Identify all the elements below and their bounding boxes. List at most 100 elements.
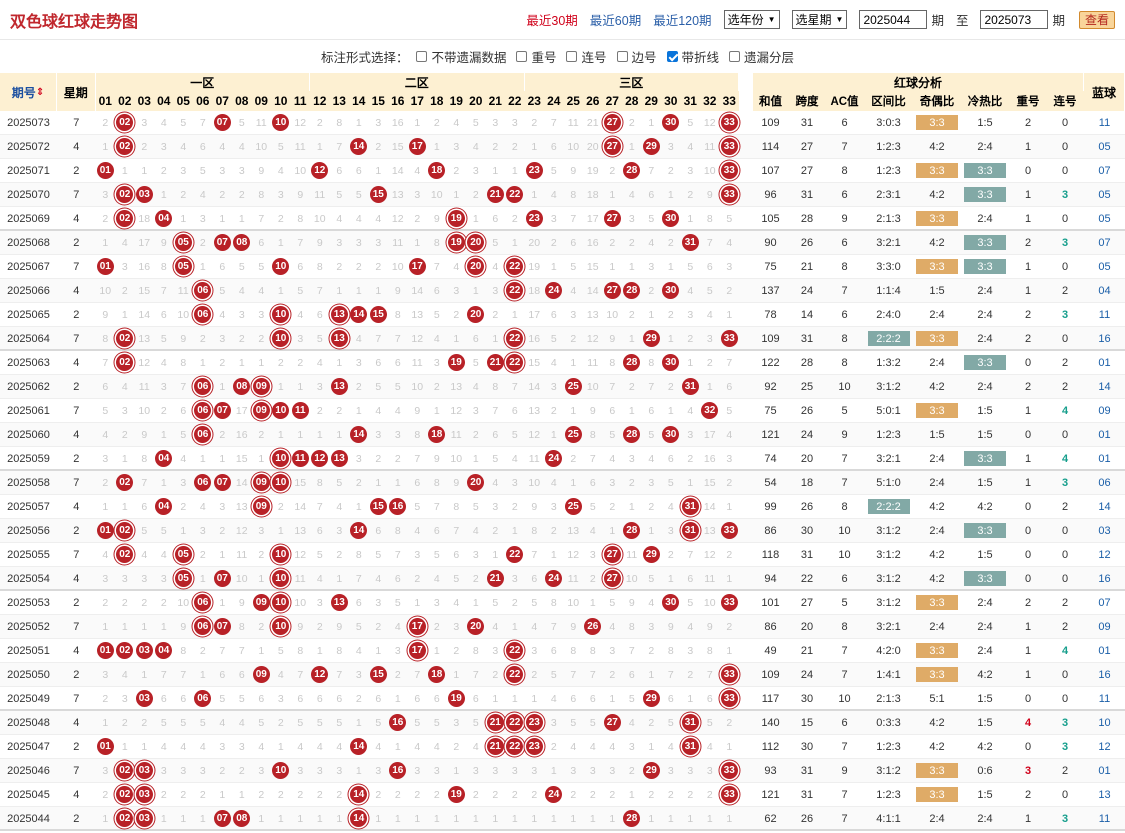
checkbox[interactable] [516,51,528,62]
option-4[interactable]: 带折线 [666,47,720,66]
checkbox[interactable] [616,51,628,62]
red-ball: 21 [486,354,504,371]
to-label: 至 [955,14,969,28]
red-ball: 17 [408,642,426,659]
filter-bar: 最近30期 最近60期 最近120期 选年份 ▼ 选星期 ▼ 2025044 期 至… [526,10,1115,29]
red-ball: 13 [330,450,348,467]
red-ball: 21 [486,186,504,203]
red-ball: 01 [96,522,114,539]
red-ball: 21 [486,714,504,731]
red-ball: 19 [447,234,465,251]
red-ball: 21 [486,738,504,755]
red-ball: 33 [720,186,738,203]
option-1[interactable]: 重号 [516,47,556,66]
red-ball: 33 [720,666,738,683]
red-ball: 03 [135,642,153,659]
to-issue-input[interactable]: 2025073 [980,10,1049,29]
red-ball: 31 [681,234,699,251]
red-ball: 33 [720,762,738,779]
red-ball: 07 [213,402,231,419]
red-ball: 03 [135,786,153,803]
recent-120-link[interactable]: 最近120期 [653,10,711,29]
top-bar: 双色球红球走势图 最近30期 最近60期 最近120期 选年份 ▼ 选星期 ▼ 20… [0,0,1125,40]
red-ball: 03 [135,186,153,203]
red-ball: 19 [447,354,465,371]
red-ball: 29 [642,690,660,707]
red-ball: 25 [564,426,582,443]
red-ball: 29 [642,330,660,347]
red-ball: 27 [603,114,621,131]
red-ball: 31 [681,522,699,539]
red-ball: 23 [525,162,543,179]
red-ball: 33 [720,114,738,131]
chevron-down-icon: ▼ [835,15,844,24]
qi-label: 期 [931,14,944,28]
page-title: 双色球红球走势图 [10,13,139,31]
red-ball: 25 [564,378,582,395]
option-label: 连号 [581,51,607,65]
red-ball: 27 [603,210,621,227]
red-ball: 19 [447,786,465,803]
red-ball: 27 [603,282,621,299]
red-ball: 01 [96,738,114,755]
red-ball: 33 [720,594,738,611]
red-ball: 27 [603,138,621,155]
option-label: 带折线 [681,51,720,65]
red-ball: 19 [447,690,465,707]
red-ball: 33 [720,786,738,803]
red-ball: 33 [720,162,738,179]
week-select[interactable]: 选星期 ▼ [791,10,848,29]
red-ball: 17 [408,258,426,275]
red-ball: 31 [681,714,699,731]
red-ball: 27 [603,546,621,563]
red-ball: 23 [525,714,543,731]
red-ball: 05 [174,546,192,563]
checkbox[interactable] [729,51,741,62]
checkbox[interactable] [666,51,678,62]
display-options: 标注形式选择： 不带遗漏数据 重号 连号 边号 带折线 遗漏分层 [0,40,1125,73]
option-5[interactable]: 遗漏分层 [729,47,794,66]
red-ball: 07 [213,810,231,827]
red-ball: 31 [681,738,699,755]
red-ball: 13 [330,594,348,611]
red-ball: 15 [369,498,387,515]
red-ball: 09 [252,378,270,395]
red-ball: 01 [96,258,114,275]
red-ball: 17 [408,138,426,155]
option-3[interactable]: 边号 [616,47,657,66]
red-ball: 27 [603,570,621,587]
red-ball: 09 [252,402,270,419]
red-ball: 05 [174,258,192,275]
search-button[interactable]: 查看 [1078,10,1115,29]
year-select[interactable]: 选年份 ▼ [723,10,780,29]
red-ball: 07 [213,618,231,635]
red-ball: 15 [369,666,387,683]
red-ball: 11 [291,402,309,419]
red-ball: 09 [252,498,270,515]
red-ball: 27 [603,714,621,731]
red-ball: 19 [447,210,465,227]
option-list: 不带遗漏数据 重号 连号 边号 带折线 遗漏分层 [416,47,804,66]
red-ball: 33 [720,330,738,347]
red-ball: 29 [642,546,660,563]
red-ball: 13 [330,330,348,347]
checkbox[interactable] [566,51,578,62]
red-ball: 29 [642,762,660,779]
red-ball: 03 [135,690,153,707]
red-ball: 09 [252,594,270,611]
from-issue-input[interactable]: 2025044 [859,10,928,29]
option-label: 边号 [631,51,657,65]
recent-30-link[interactable]: 最近30期 [526,10,577,29]
red-ball: 33 [720,138,738,155]
red-ball: 07 [213,474,231,491]
option-2[interactable]: 连号 [566,47,607,66]
option-0[interactable]: 不带遗漏数据 [416,47,506,66]
red-ball: 07 [213,234,231,251]
red-ball: 23 [525,738,543,755]
option-label: 重号 [531,51,557,65]
red-ball: 25 [564,498,582,515]
red-ball: 09 [252,666,270,683]
red-ball: 01 [96,642,114,659]
recent-60-link[interactable]: 最近60期 [590,10,641,29]
checkbox[interactable] [416,51,428,62]
